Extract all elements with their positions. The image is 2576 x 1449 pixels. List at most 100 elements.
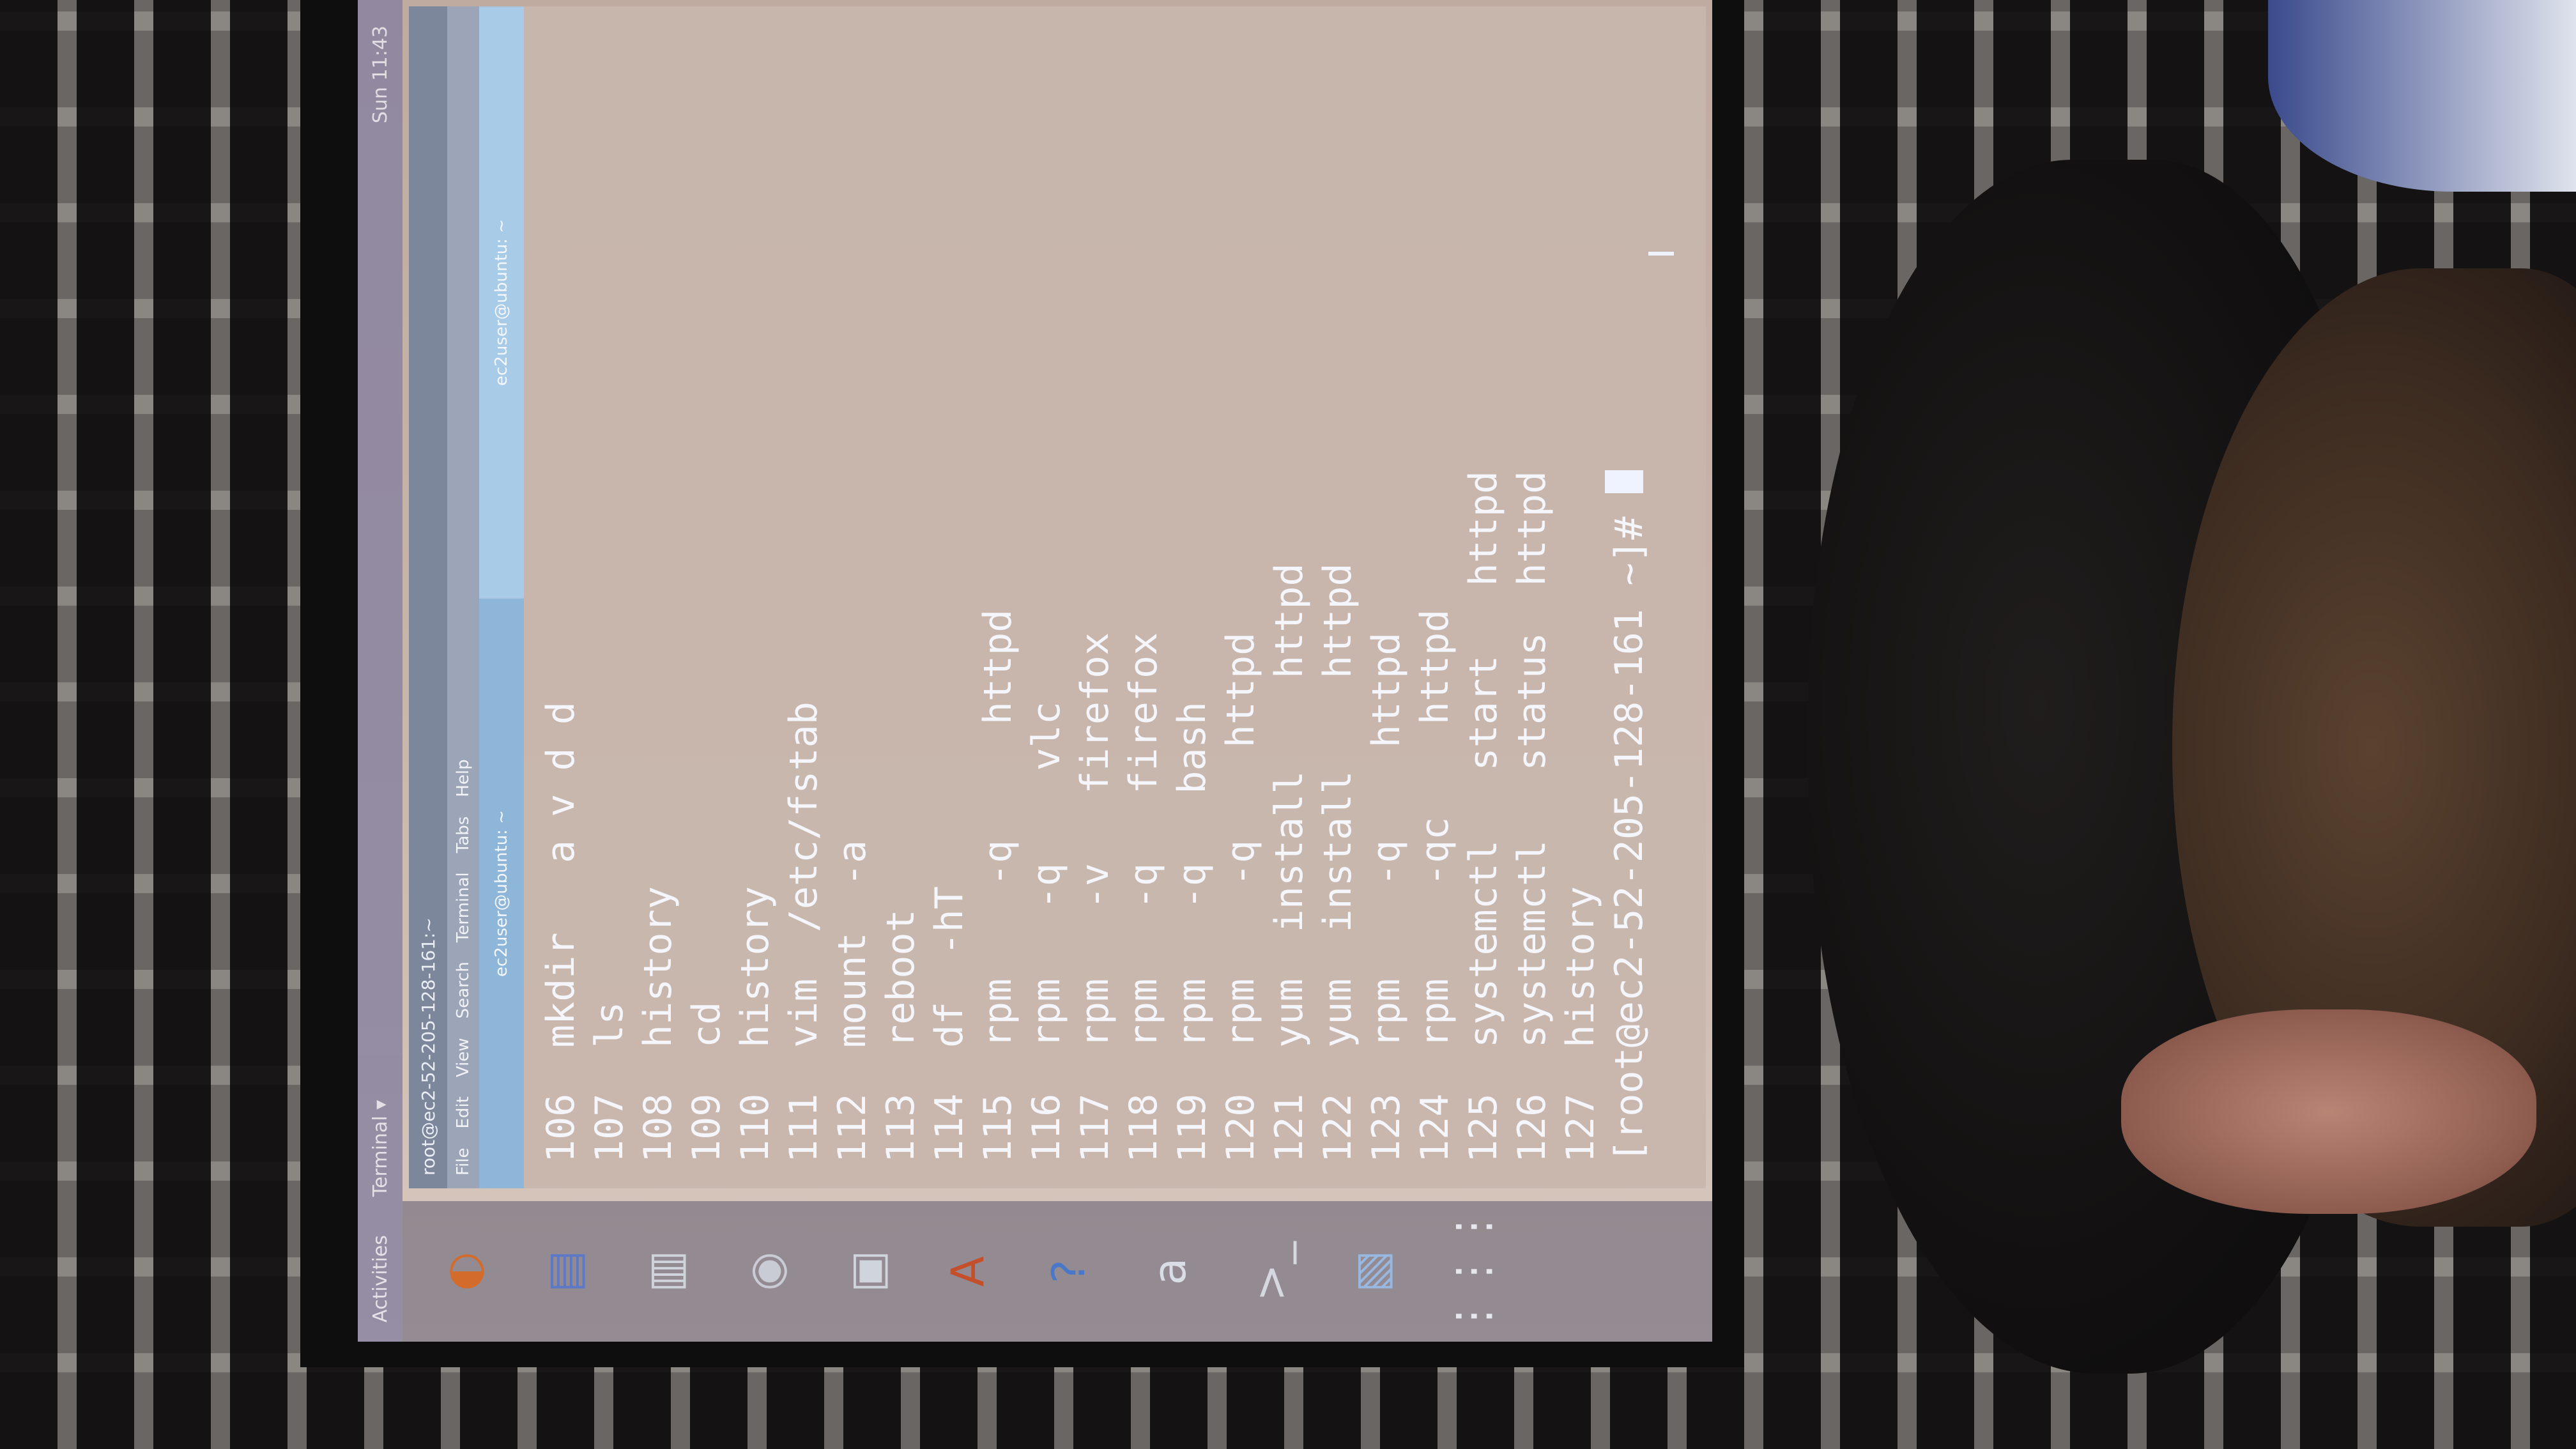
history-line: 109 cd bbox=[682, 32, 731, 1163]
menu-terminal[interactable]: Terminal bbox=[454, 872, 473, 942]
history-line: 124 rpm -qc httpd bbox=[1411, 32, 1459, 1163]
dock: ◐ ▤ ▥ ◉ ▣ A? a >_ ▧ ⋮⋮⋮ bbox=[402, 1201, 1712, 1342]
history-number: 113 bbox=[878, 1093, 923, 1163]
history-line: 118 rpm -q firefox bbox=[1119, 32, 1168, 1163]
history-command: systemctl status httpd bbox=[1510, 470, 1554, 1048]
terminal-output[interactable]: 106 mkdir a v d d 107 ls 108 history 109 cd 110 h… bbox=[524, 6, 1666, 1188]
history-line: 127 history bbox=[1556, 32, 1605, 1163]
history-command: history bbox=[733, 886, 778, 1048]
history-line: 106 mkdir a v d d bbox=[537, 32, 585, 1163]
history-number: 106 bbox=[539, 1093, 583, 1163]
history-line: 116 rpm -q vlc bbox=[1022, 32, 1071, 1163]
history-number: 111 bbox=[781, 1093, 826, 1163]
image-viewer-icon[interactable]: ▧ bbox=[1330, 1230, 1413, 1313]
history-number: 108 bbox=[636, 1093, 680, 1163]
history-number: 120 bbox=[1218, 1093, 1263, 1163]
history-command: vim /etc/fstab bbox=[781, 702, 826, 1048]
camera-icon[interactable]: ◉ bbox=[724, 1230, 808, 1313]
history-number: 125 bbox=[1461, 1093, 1506, 1163]
history-line: 120 rpm -q httpd bbox=[1216, 32, 1265, 1163]
history-command: mkdir a v d d bbox=[539, 702, 583, 1048]
history-line: 123 rpm -q httpd bbox=[1362, 32, 1411, 1163]
history-number: 116 bbox=[1024, 1093, 1069, 1163]
history-command: yum install httpd bbox=[1315, 563, 1360, 1048]
history-command: reboot bbox=[878, 909, 923, 1048]
menu-help[interactable]: Help bbox=[454, 759, 473, 797]
files-icon[interactable]: ▤ bbox=[523, 1230, 606, 1313]
history-command: mount -a bbox=[830, 839, 875, 1048]
menu-bar: File Edit View Search Terminal Tabs Help bbox=[447, 6, 479, 1188]
menu-search[interactable]: Search bbox=[454, 962, 473, 1018]
history-line: 112 mount -a bbox=[828, 32, 877, 1163]
mouse-text-cursor bbox=[1648, 252, 1674, 256]
history-command: df -hT bbox=[927, 886, 972, 1048]
history-number: 123 bbox=[1364, 1093, 1409, 1163]
history-command: rpm -qc httpd bbox=[1413, 609, 1457, 1048]
tab-2-label: ec2user@ubuntu: ~ bbox=[492, 219, 511, 386]
history-line: 117 rpm -v firefox bbox=[1071, 32, 1119, 1163]
history-command: rpm -q httpd bbox=[1364, 632, 1409, 1048]
activities-button[interactable]: Activities bbox=[369, 1235, 392, 1322]
history-number: 109 bbox=[684, 1093, 729, 1163]
history-line: 114 df -hT bbox=[925, 32, 974, 1163]
history-line: 121 yum install httpd bbox=[1265, 32, 1314, 1163]
history-number: 115 bbox=[976, 1093, 1020, 1163]
tab-1[interactable]: ec2user@ubuntu: ~ bbox=[479, 597, 524, 1188]
history-number: 119 bbox=[1170, 1093, 1215, 1163]
tab-2[interactable]: ec2user@ubuntu: ~ bbox=[479, 6, 524, 597]
history-line: 108 history bbox=[634, 32, 682, 1163]
tab-1-label: ec2user@ubuntu: ~ bbox=[492, 810, 511, 977]
prompt-line[interactable]: [root@ec2-52-205-128-161 ~]# bbox=[1605, 32, 1653, 1163]
app-grid-icon[interactable]: ⋮⋮⋮ bbox=[1431, 1204, 1514, 1338]
history-number: 122 bbox=[1315, 1093, 1360, 1163]
history-line: 110 history bbox=[731, 32, 779, 1163]
history-number: 121 bbox=[1267, 1093, 1312, 1163]
history-command: rpm -v firefox bbox=[1073, 632, 1117, 1048]
app-menu-label: Terminal ▾ bbox=[369, 1100, 392, 1197]
history-command: rpm -q httpd bbox=[976, 609, 1020, 1048]
person-hand bbox=[2121, 1009, 2536, 1214]
history-command: rpm -q firefox bbox=[1121, 632, 1166, 1048]
tab-bar: ec2user@ubuntu: ~ ec2user@ubuntu: ~ bbox=[479, 6, 524, 1188]
history-line: 126 systemctl status httpd bbox=[1508, 32, 1556, 1163]
window-titlebar[interactable]: root@ec2-52-205-128-161:~ bbox=[409, 6, 447, 1188]
window-title: root@ec2-52-205-128-161:~ bbox=[417, 917, 439, 1176]
history-command: rpm -q vlc bbox=[1024, 702, 1069, 1048]
shell-prompt: [root@ec2-52-205-128-161 ~]# bbox=[1607, 493, 1652, 1163]
office-icon[interactable]: A bbox=[926, 1230, 1009, 1313]
history-command: cd bbox=[684, 1001, 729, 1048]
history-line: 113 reboot bbox=[877, 32, 925, 1163]
history-number: 118 bbox=[1121, 1093, 1166, 1163]
history-number: 110 bbox=[733, 1093, 778, 1163]
history-line: 119 rpm -q bash bbox=[1168, 32, 1216, 1163]
history-line: 115 rpm -q httpd bbox=[974, 32, 1022, 1163]
history-line: 122 yum install httpd bbox=[1314, 32, 1362, 1163]
history-command: history bbox=[636, 886, 680, 1048]
amazon-icon[interactable]: a bbox=[1128, 1230, 1211, 1313]
history-number: 112 bbox=[830, 1093, 875, 1163]
history-command: systemctl start httpd bbox=[1461, 470, 1506, 1048]
help-icon[interactable]: ? bbox=[1027, 1230, 1110, 1313]
desktop-screen: Activities Terminal ▾ Sun 11:43 ◐ ▤ ▥ ◉ ▣ A? a… bbox=[358, 0, 1712, 1342]
firefox-icon[interactable]: ◐ bbox=[422, 1230, 505, 1313]
app-menu[interactable]: Terminal ▾ bbox=[369, 1100, 392, 1197]
history-line: 125 systemctl start httpd bbox=[1459, 32, 1508, 1163]
history-number: 127 bbox=[1558, 1093, 1603, 1163]
software-icon[interactable]: ▣ bbox=[825, 1230, 908, 1313]
history-line: 107 ls bbox=[585, 32, 634, 1163]
menu-tabs[interactable]: Tabs bbox=[454, 816, 473, 854]
history-command: history bbox=[1558, 886, 1603, 1048]
menu-file[interactable]: File bbox=[454, 1147, 473, 1176]
history-command: rpm -q bash bbox=[1170, 702, 1215, 1048]
history-line: 111 vim /etc/fstab bbox=[779, 32, 828, 1163]
terminal-window[interactable]: root@ec2-52-205-128-161:~ File Edit View Se… bbox=[409, 6, 1706, 1188]
menu-edit[interactable]: Edit bbox=[454, 1096, 473, 1128]
history-command: yum install httpd bbox=[1267, 563, 1312, 1048]
history-number: 124 bbox=[1413, 1093, 1457, 1163]
menu-view[interactable]: View bbox=[454, 1038, 473, 1077]
history-number: 126 bbox=[1510, 1093, 1554, 1163]
text-cursor bbox=[1605, 470, 1643, 494]
clock[interactable]: Sun 11:43 bbox=[369, 26, 392, 123]
terminal-icon[interactable]: >_ bbox=[1229, 1230, 1312, 1313]
text-editor-icon[interactable]: ▥ bbox=[624, 1230, 707, 1313]
